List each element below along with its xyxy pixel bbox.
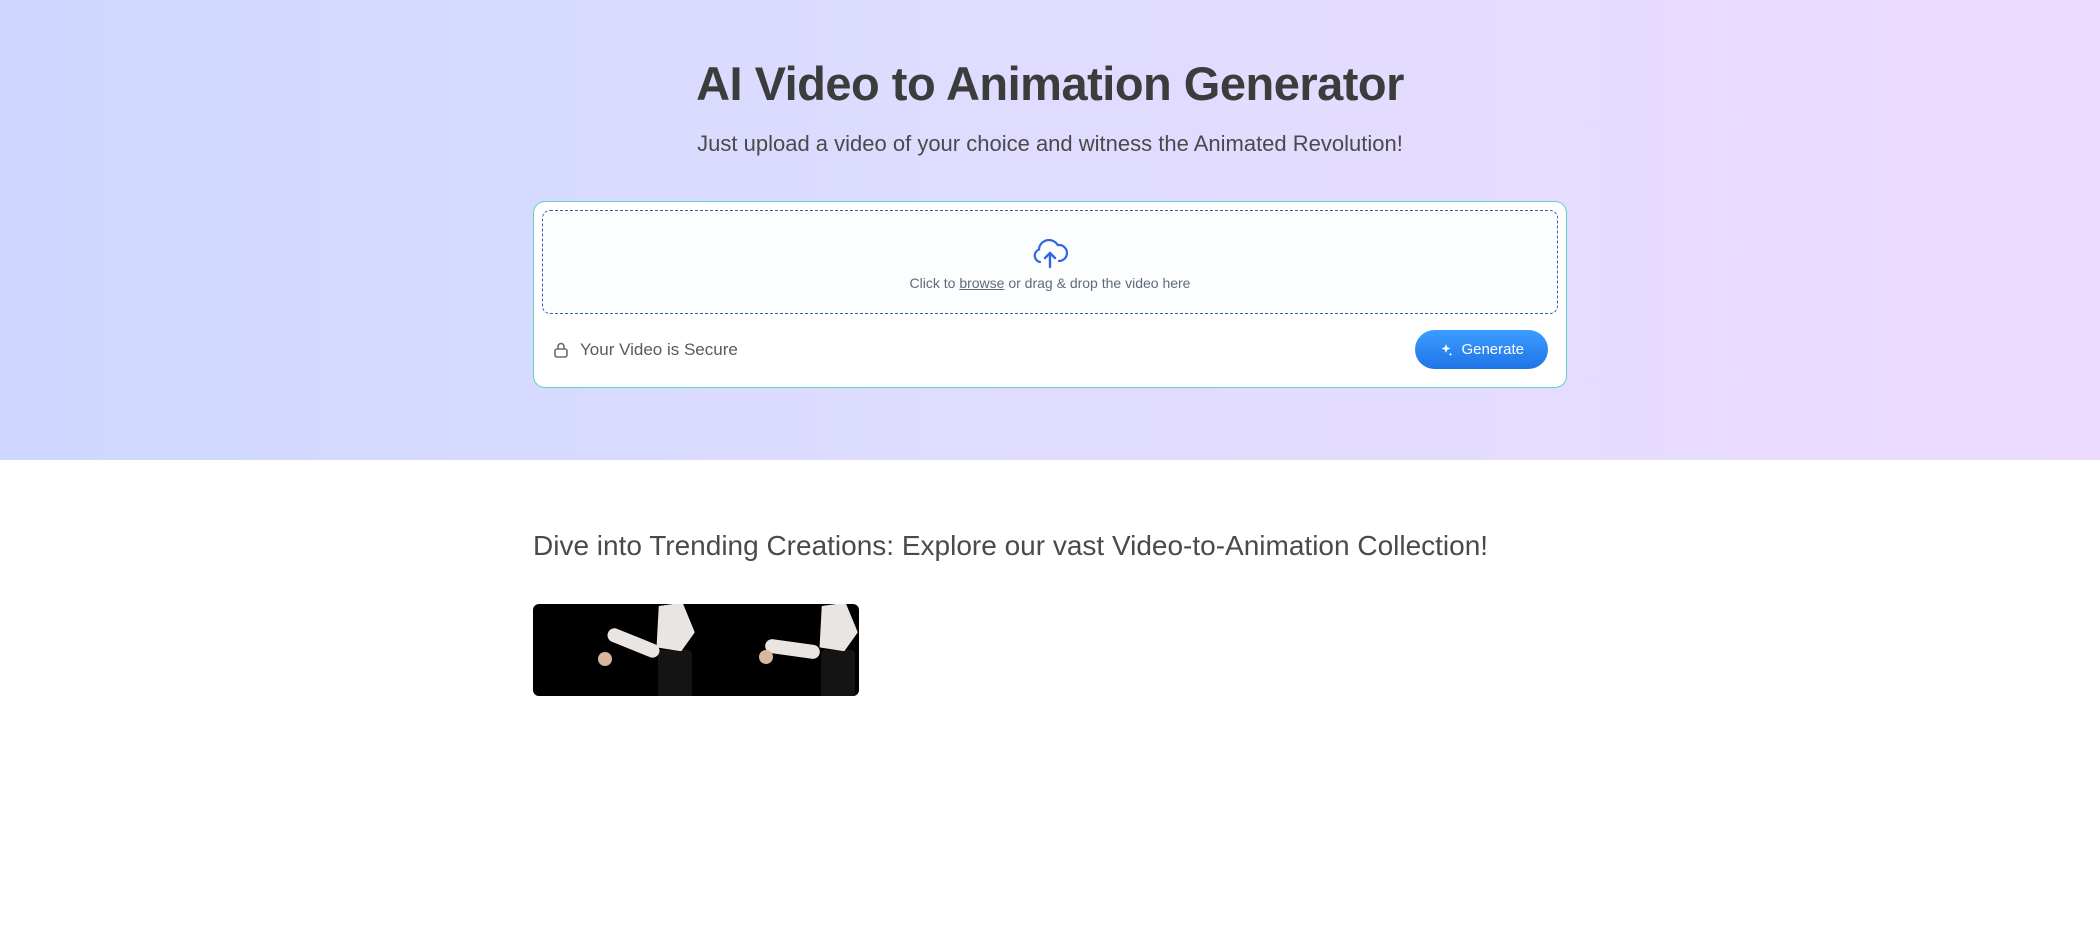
upload-dropzone[interactable]: Click to browse or drag & drop the video… <box>542 210 1558 314</box>
secure-indicator: Your Video is Secure <box>552 340 738 360</box>
dropzone-help-text: Click to browse or drag & drop the video… <box>910 275 1191 291</box>
generate-button-label: Generate <box>1461 341 1524 358</box>
gallery-title: Dive into Trending Creations: Explore ou… <box>533 530 1567 562</box>
generate-button[interactable]: Generate <box>1415 330 1548 369</box>
hero-section: AI Video to Animation Generator Just upl… <box>0 0 2100 460</box>
browse-link[interactable]: browse <box>959 275 1004 291</box>
cloud-upload-icon <box>1032 239 1068 269</box>
upload-card: Click to browse or drag & drop the video… <box>533 201 1567 388</box>
dropzone-suffix: or drag & drop the video here <box>1004 275 1190 291</box>
gallery-thumbnail[interactable] <box>533 604 696 696</box>
upload-card-footer: Your Video is Secure Generate <box>542 314 1558 379</box>
gallery-thumb-row <box>533 604 1567 696</box>
page-title: AI Video to Animation Generator <box>696 56 1404 111</box>
gallery-section: Dive into Trending Creations: Explore ou… <box>0 460 2100 756</box>
secure-label: Your Video is Secure <box>580 340 738 360</box>
sparkle-icon <box>1439 343 1453 357</box>
page-subtitle: Just upload a video of your choice and w… <box>697 131 1403 157</box>
gallery-thumbnail[interactable] <box>696 604 859 696</box>
lock-icon <box>552 341 570 359</box>
dropzone-prefix: Click to <box>910 275 960 291</box>
